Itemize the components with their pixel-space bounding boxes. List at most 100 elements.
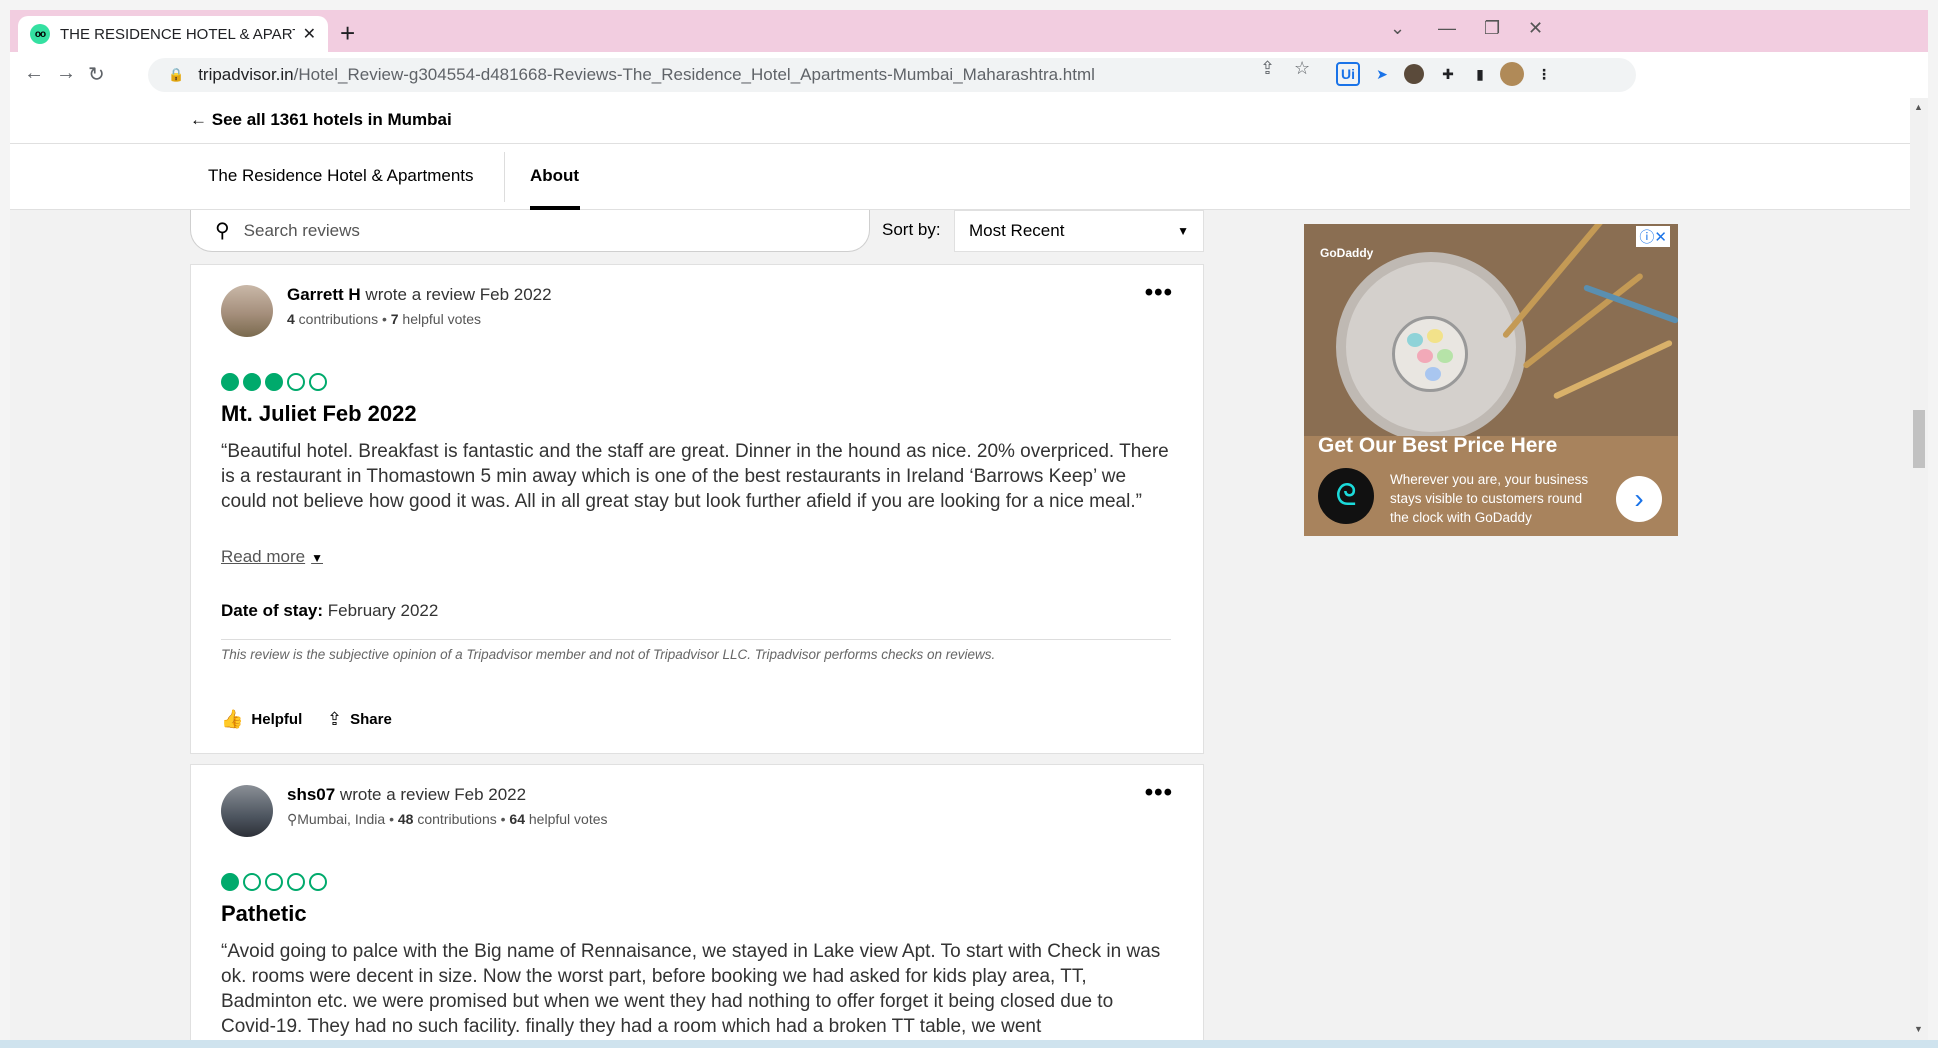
ad-egg-shape — [1407, 333, 1423, 347]
sort-dropdown[interactable]: Most Recent ▼ — [954, 210, 1204, 252]
scroll-thumb[interactable] — [1913, 410, 1925, 468]
hotel-name-tab[interactable]: The Residence Hotel & Apartments — [208, 166, 474, 186]
tab-about[interactable]: About — [530, 166, 579, 186]
more-options-icon[interactable]: ••• — [1145, 779, 1173, 807]
page-scrollbar[interactable]: ▲ ▼ — [1910, 98, 1928, 1040]
helpful-button[interactable]: 👍 Helpful — [221, 709, 302, 730]
back-arrow-icon: ← — [190, 110, 212, 129]
ad-tool-shape — [1582, 284, 1678, 325]
tripadvisor-favicon-icon — [30, 24, 50, 44]
back-row: ← See all 1361 hotels in Mumbai — [10, 98, 1910, 144]
menu-kebab-icon[interactable]: ⋮ — [1532, 62, 1556, 86]
ad-headline[interactable]: Get Our Best Price Here — [1318, 434, 1557, 458]
ad-egg-shape — [1427, 329, 1443, 343]
minimize-icon[interactable]: — — [1438, 18, 1456, 39]
extensions-puzzle-icon[interactable]: ✚ — [1436, 62, 1460, 86]
godaddy-icon: ᘓ — [1318, 468, 1374, 524]
rating-bubble-empty — [265, 873, 283, 891]
stay-label: Date of stay: — [221, 601, 324, 620]
back-to-hotels-link[interactable]: ← See all 1361 hotels in Mumbai — [190, 110, 452, 130]
taskbar-edge — [0, 1040, 1938, 1048]
review-disclaimer: This review is the subjective opinion of… — [221, 647, 996, 662]
share-button[interactable]: ⇪ Share — [327, 709, 392, 730]
divider — [221, 639, 1171, 640]
contributions-count: 48 — [397, 811, 414, 827]
ad-bowl-shape — [1392, 316, 1468, 392]
location-pin-icon: ⚲ — [287, 811, 298, 827]
helpful-votes-count: 64 — [509, 811, 525, 827]
helpful-label: Helpful — [251, 711, 303, 728]
extension-arrow-icon[interactable]: ➤ — [1370, 62, 1394, 86]
rating-bubble-empty — [287, 373, 305, 391]
rating-bubbles — [221, 873, 327, 891]
new-tab-button[interactable]: + — [340, 18, 355, 49]
page-content: ← See all 1361 hotels in Mumbai The Resi… — [10, 98, 1910, 1040]
reload-icon[interactable]: ↻ — [88, 62, 105, 87]
back-link-label: See all 1361 hotels in Mumbai — [211, 110, 452, 129]
rating-bubble-filled — [221, 873, 239, 891]
reviewer-name[interactable]: shs07 — [287, 785, 335, 804]
rating-bubble-filled — [243, 373, 261, 391]
ad-egg-shape — [1425, 367, 1441, 381]
forward-icon[interactable]: → — [56, 62, 76, 85]
restore-icon[interactable]: ❐ — [1484, 18, 1500, 39]
subnav-divider — [504, 152, 505, 202]
back-icon[interactable]: ← — [24, 62, 44, 85]
review-title[interactable]: Mt. Juliet Feb 2022 — [221, 401, 417, 427]
tab-strip: THE RESIDENCE HOTEL & APART ✕ + ⌄ — ❐ ✕ — [10, 10, 1928, 52]
stay-value: February 2022 — [323, 601, 439, 620]
ad-cta-arrow-icon[interactable]: › — [1616, 476, 1662, 522]
close-window-icon[interactable]: ✕ — [1528, 18, 1543, 39]
search-icon: ⚲ — [215, 220, 230, 242]
url-path: /Hotel_Review-g304554-d481668-Reviews-Th… — [293, 65, 1095, 84]
scroll-up-icon[interactable]: ▲ — [1914, 102, 1923, 112]
avatar[interactable] — [221, 785, 273, 837]
share-icon: ⇪ — [327, 709, 343, 729]
contributions-count: 4 — [287, 311, 295, 327]
tab-close-icon[interactable]: ✕ — [303, 24, 316, 44]
extension-ui-icon[interactable]: Ui — [1336, 62, 1360, 86]
reviewer-stats: ⚲Mumbai, India • 48 contributions • 64 h… — [287, 811, 608, 828]
search-reviews-input[interactable] — [243, 220, 804, 241]
rating-bubble-filled — [221, 373, 239, 391]
review-card: Garrett H wrote a review Feb 2022 4 cont… — [190, 264, 1204, 754]
ad-text: Wherever you are, your business stays vi… — [1390, 472, 1589, 525]
review-title[interactable]: Pathetic — [221, 901, 307, 927]
browser-toolbar: ← → ↻ 🔒 tripadvisor.in/Hotel_Review-g304… — [10, 52, 1928, 98]
review-body: “Beautiful hotel. Breakfast is fantastic… — [221, 441, 1169, 512]
contributions-label: contributions • — [413, 811, 510, 827]
active-tab[interactable]: THE RESIDENCE HOTEL & APART ✕ — [18, 16, 328, 52]
rating-bubble-empty — [287, 873, 305, 891]
review-header: Garrett H wrote a review Feb 2022 — [287, 285, 552, 305]
reviewer-name[interactable]: Garrett H — [287, 285, 361, 304]
helpful-votes-label: helpful votes — [525, 811, 608, 827]
share-page-icon[interactable]: ⇪ — [1260, 58, 1275, 79]
share-label: Share — [350, 711, 392, 728]
godaddy-ad[interactable]: GoDaddy ⓘ✕ Get Our Best Price Here ᘓ Whe… — [1304, 224, 1678, 536]
ad-egg-shape — [1417, 349, 1433, 363]
avatar[interactable] — [221, 285, 273, 337]
rating-bubble-empty — [243, 873, 261, 891]
rating-bubble-filled — [265, 373, 283, 391]
tab-search-icon[interactable]: ⌄ — [1390, 18, 1405, 39]
url-text: tripadvisor.in/Hotel_Review-g304554-d481… — [198, 65, 1095, 85]
date-of-stay: Date of stay: February 2022 — [221, 601, 438, 621]
scroll-down-icon[interactable]: ▼ — [1914, 1024, 1923, 1034]
caret-down-icon: ▼ — [311, 551, 323, 565]
profile-avatar-icon[interactable] — [1500, 62, 1524, 86]
read-more-link[interactable]: Read more ▼ — [221, 547, 323, 567]
thumbs-up-icon: 👍 — [221, 709, 244, 729]
extension-avatar-icon[interactable] — [1404, 64, 1424, 84]
side-panel-icon[interactable]: ▮ — [1468, 62, 1492, 86]
hotel-subnav: The Residence Hotel & Apartments About — [10, 144, 1910, 210]
contributions-label: contributions • — [294, 311, 391, 327]
review-card: shs07 wrote a review Feb 2022 ⚲Mumbai, I… — [190, 764, 1204, 1040]
more-options-icon[interactable]: ••• — [1145, 279, 1173, 307]
ad-photo: GoDaddy ⓘ✕ — [1304, 224, 1678, 442]
bookmark-star-icon[interactable]: ☆ — [1294, 58, 1310, 79]
reviewer-location: Mumbai, India • — [297, 811, 398, 827]
sort-value: Most Recent — [969, 221, 1065, 240]
adchoices-close-icon[interactable]: ⓘ✕ — [1636, 226, 1670, 247]
rating-bubbles — [221, 373, 327, 391]
lock-icon: 🔒 — [168, 67, 185, 82]
